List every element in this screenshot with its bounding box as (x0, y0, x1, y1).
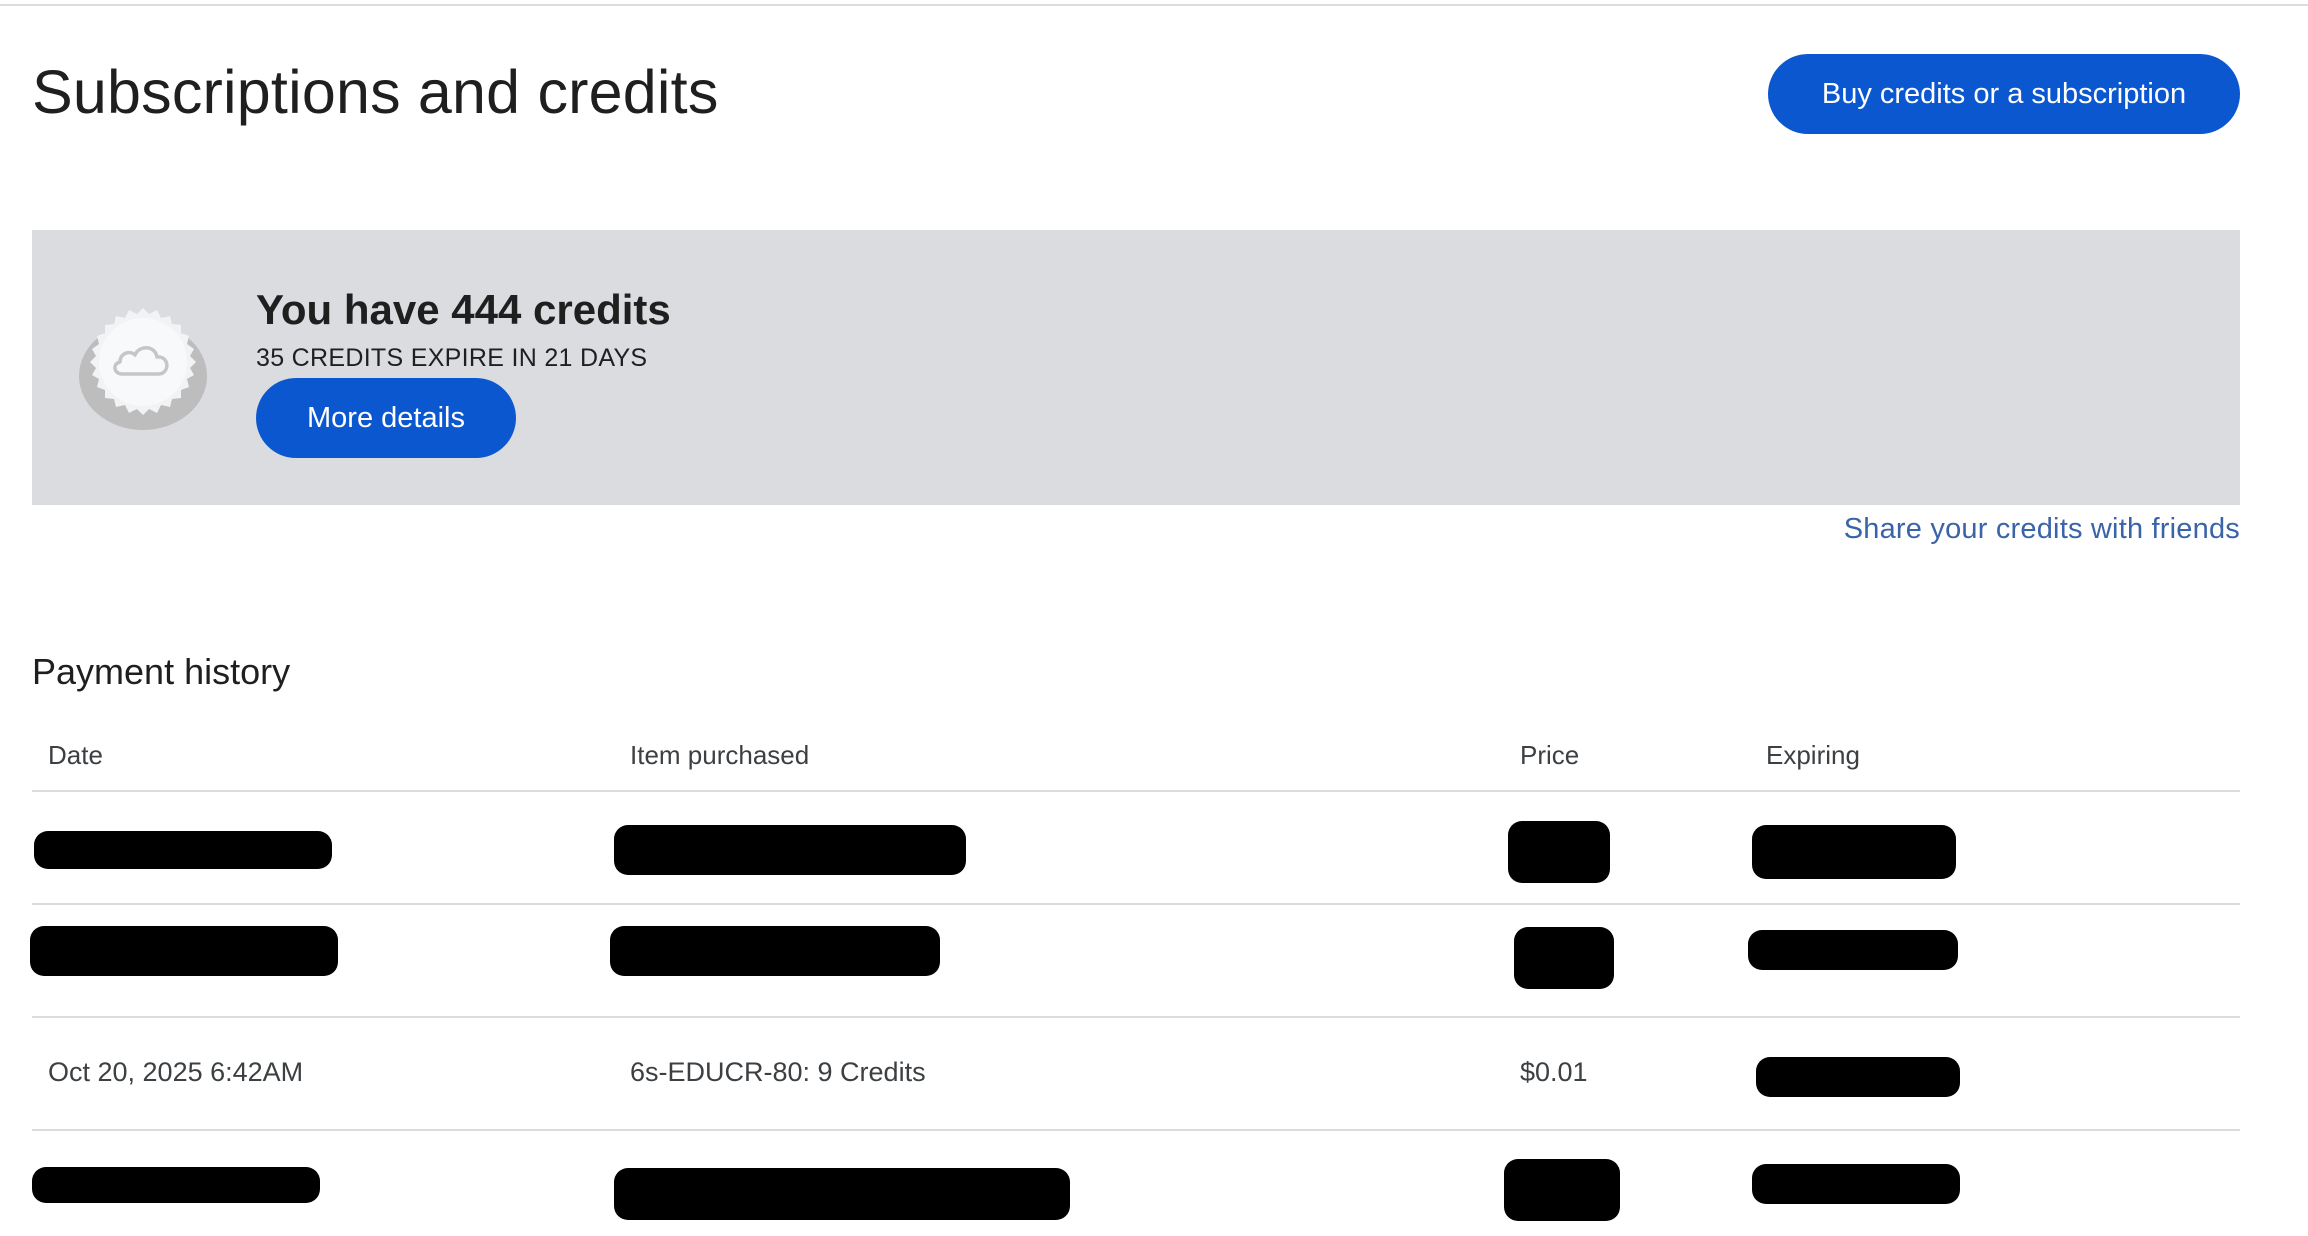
table-row (30, 905, 2240, 1018)
redacted-expiring (1752, 1164, 1960, 1204)
table-row (32, 792, 2240, 905)
table-row (32, 1131, 2240, 1236)
buy-credits-button[interactable]: Buy credits or a subscription (1768, 54, 2240, 134)
redacted-price (1514, 927, 1614, 989)
redacted-item (614, 825, 966, 875)
column-header-item: Item purchased (630, 740, 810, 770)
table-header: Date Item purchased Price Expiring (32, 720, 2240, 792)
credits-balance: You have 444 credits (256, 286, 671, 333)
payment-history-table: Date Item purchased Price Expiring Oct 2… (30, 720, 2240, 1236)
redacted-date (34, 831, 332, 869)
more-details-button[interactable]: More details (256, 378, 516, 458)
subscriptions-page: Subscriptions and credits Buy credits or… (0, 0, 2308, 1236)
redacted-expiring (1752, 825, 1956, 879)
redacted-price (1508, 821, 1610, 883)
payment-history-title: Payment history (32, 651, 291, 692)
redacted-item (610, 926, 940, 976)
credits-expiry-notice: 35 CREDITS EXPIRE IN 21 DAYS (256, 344, 648, 372)
cloud-coin-icon (79, 308, 207, 430)
top-divider (0, 4, 2308, 6)
redacted-date (30, 926, 338, 976)
column-header-expiring: Expiring (1766, 740, 1860, 770)
redacted-item (614, 1168, 1070, 1220)
row-item: 6s-EDUCR-80: 9 Credits (630, 1057, 926, 1087)
column-header-date: Date (48, 740, 103, 770)
row-price: $0.01 (1520, 1057, 1588, 1087)
redacted-date (32, 1167, 320, 1203)
table-row: Oct 20, 2025 6:42AM 6s-EDUCR-80: 9 Credi… (32, 1018, 2240, 1131)
credits-summary-card: You have 444 credits 35 CREDITS EXPIRE I… (32, 230, 2240, 505)
page-title: Subscriptions and credits (32, 58, 719, 126)
share-credits-link[interactable]: Share your credits with friends (1844, 510, 2240, 548)
redacted-expiring (1748, 930, 1958, 970)
redacted-price (1504, 1159, 1620, 1221)
row-date: Oct 20, 2025 6:42AM (48, 1057, 304, 1087)
column-header-price: Price (1520, 740, 1580, 770)
redacted-expiring (1756, 1057, 1960, 1097)
